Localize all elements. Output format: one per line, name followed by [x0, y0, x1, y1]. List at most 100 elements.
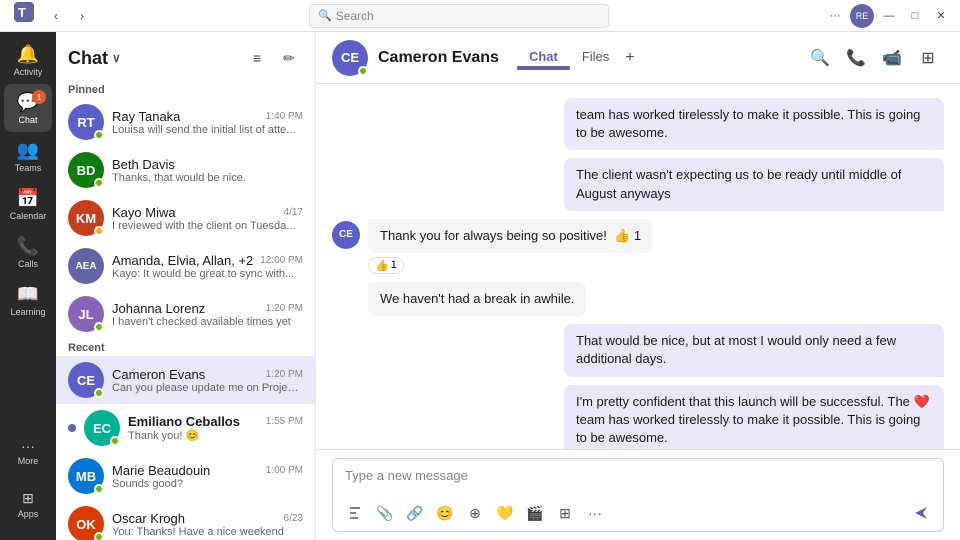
main-layout: 🔔 Activity 💬 1 Chat 👥 Teams 📅 Calendar 📞… [0, 32, 960, 540]
schedule-button[interactable]: 🎬 [521, 499, 549, 527]
chat-panel-header: Chat ∨ ≡ ✏ [56, 32, 315, 80]
pinned-section-label: Pinned [56, 80, 315, 98]
list-item[interactable]: RT Ray Tanaka 1:40 PM Louisa will send t… [56, 98, 315, 146]
status-indicator [94, 322, 104, 332]
status-indicator [94, 130, 104, 140]
sidebar-item-apps[interactable]: ⊞ Apps [4, 480, 52, 528]
filter-button[interactable]: ≡ [243, 44, 271, 72]
content-header-left: CE Cameron Evans Chat Files + [332, 40, 639, 76]
sidebar-item-calls[interactable]: 📞 Calls [4, 228, 52, 276]
search-placeholder: Search [336, 9, 374, 23]
avatar: RT [68, 104, 104, 140]
chat-info: Johanna Lorenz 1:20 PM I haven't checked… [112, 301, 303, 328]
format-button[interactable] [341, 499, 369, 527]
message-bubble: That would be nice, but at most I would … [332, 324, 944, 376]
contact-status [358, 66, 368, 76]
title-bar: T ‹ › 🔍 Search ··· RE — □ ✕ [0, 0, 960, 32]
giphy-button[interactable]: ⊕ [461, 499, 489, 527]
title-bar-left: T ‹ › [8, 0, 94, 36]
content-header: CE Cameron Evans Chat Files + 🔍 📞 📹 ⊞ [316, 32, 960, 84]
new-chat-button[interactable]: ✏ [275, 44, 303, 72]
sidebar-item-calendar[interactable]: 📅 Calendar [4, 180, 52, 228]
chat-info: Kayo Miwa 4/17 I reviewed with the clien… [112, 205, 303, 232]
nav-forward-button[interactable]: › [70, 4, 94, 28]
chevron-icon: ∨ [112, 51, 121, 65]
title-bar-right: ··· RE — □ ✕ [824, 4, 952, 28]
search-conversation-button[interactable]: 🔍 [804, 42, 836, 74]
content-tabs: Chat Files + [517, 45, 639, 70]
sidebar-item-learning[interactable]: 📖 Learning [4, 276, 52, 324]
nav-buttons: ‹ › [44, 4, 94, 28]
activity-icon: 🔔 [17, 44, 39, 65]
list-item[interactable]: OK Oscar Krogh 6/23 You: Thanks! Have a … [56, 500, 315, 540]
teams-logo: T [8, 0, 40, 28]
more-label: More [18, 456, 39, 466]
avatar: EC [84, 410, 120, 446]
chat-panel-title[interactable]: Chat ∨ [68, 48, 121, 69]
tab-chat[interactable]: Chat [517, 45, 570, 70]
chat-info: Cameron Evans 1:20 PM Can you please upd… [112, 367, 303, 394]
sidebar-item-more[interactable]: ··· More [4, 428, 52, 476]
content-area: CE Cameron Evans Chat Files + 🔍 📞 📹 ⊞ [316, 32, 960, 540]
activity-label: Activity [14, 67, 43, 77]
recent-section-label: Recent [56, 338, 315, 356]
emoji-button[interactable]: 😊 [431, 499, 459, 527]
contact-name: Cameron Evans [378, 49, 499, 67]
user-avatar[interactable]: RE [850, 4, 874, 28]
message-text: I'm pretty confident that this launch wi… [564, 385, 944, 450]
list-item[interactable]: CE Cameron Evans 1:20 PM Can you please … [56, 356, 315, 404]
close-button[interactable]: ✕ [930, 5, 952, 27]
message-bubble: team has worked tirelessly to make it po… [332, 98, 944, 150]
chat-label: Chat [18, 115, 37, 125]
learning-icon: 📖 [17, 284, 39, 305]
send-button[interactable] [907, 499, 935, 527]
calendar-label: Calendar [10, 211, 47, 221]
message-input[interactable]: Type a new message [333, 459, 943, 495]
chat-list: Pinned RT Ray Tanaka 1:40 PM Louisa will… [56, 80, 315, 540]
learning-label: Learning [10, 307, 45, 317]
toolbar-left: 📎 🔗 😊 ⊕ 💛 🎬 ⊞ ··· [341, 499, 609, 527]
audio-call-button[interactable]: 📞 [840, 42, 872, 74]
list-item[interactable]: KM Kayo Miwa 4/17 I reviewed with the cl… [56, 194, 315, 242]
list-item[interactable]: JL Johanna Lorenz 1:20 PM I haven't chec… [56, 290, 315, 338]
minimize-button[interactable]: — [878, 5, 900, 27]
attach-button[interactable]: 📎 [371, 499, 399, 527]
input-placeholder: Type a new message [345, 468, 468, 483]
avatar: KM [68, 200, 104, 236]
avatar: CE [68, 362, 104, 398]
search-icon: 🔍 [318, 9, 332, 22]
more-apps-icon: ··· [21, 438, 35, 454]
video-call-button[interactable]: 📹 [876, 42, 908, 74]
message-bubble: CE We haven't had a break in awhile. [332, 282, 944, 316]
more-options-button[interactable]: ··· [824, 5, 846, 27]
message-reaction[interactable]: 👍 1 [368, 257, 404, 274]
sidebar-item-chat[interactable]: 💬 1 Chat [4, 84, 52, 132]
chat-info: Ray Tanaka 1:40 PM Louisa will send the … [112, 109, 303, 136]
maximize-button[interactable]: □ [904, 5, 926, 27]
list-item[interactable]: AEA Amanda, Elvia, Allan, +2 12:00 PM Ka… [56, 242, 315, 290]
apps-label: Apps [18, 509, 39, 519]
message-text: That would be nice, but at most I would … [564, 324, 944, 376]
messages-area: team has worked tirelessly to make it po… [316, 84, 960, 449]
sidebar-item-teams[interactable]: 👥 Teams [4, 132, 52, 180]
tab-files[interactable]: Files [570, 45, 621, 70]
chat-info: Emiliano Ceballos 1:55 PM Thank you! 😊 [128, 414, 303, 442]
sidebar-item-activity[interactable]: 🔔 Activity [4, 36, 52, 84]
more-actions-button[interactable]: ⊞ [551, 499, 579, 527]
add-tab-button[interactable]: + [621, 45, 638, 70]
message-text: team has worked tirelessly to make it po… [564, 98, 944, 150]
status-indicator [94, 484, 104, 494]
list-item[interactable]: BD Beth Davis Thanks, that would be nice… [56, 146, 315, 194]
avatar: CE [332, 221, 360, 249]
link-button[interactable]: 🔗 [401, 499, 429, 527]
sticker-button[interactable]: 💛 [491, 499, 519, 527]
toolbar-overflow-button[interactable]: ··· [581, 499, 609, 527]
list-item[interactable]: EC Emiliano Ceballos 1:55 PM Thank you! … [56, 404, 315, 452]
search-bar[interactable]: 🔍 Search [309, 4, 609, 28]
message-text: We haven't had a break in awhile. [368, 282, 586, 316]
nav-back-button[interactable]: ‹ [44, 4, 68, 28]
list-item[interactable]: MB Marie Beaudouin 1:00 PM Sounds good? [56, 452, 315, 500]
contact-avatar: CE [332, 40, 368, 76]
avatar: OK [68, 506, 104, 540]
more-options-button[interactable]: ⊞ [912, 42, 944, 74]
